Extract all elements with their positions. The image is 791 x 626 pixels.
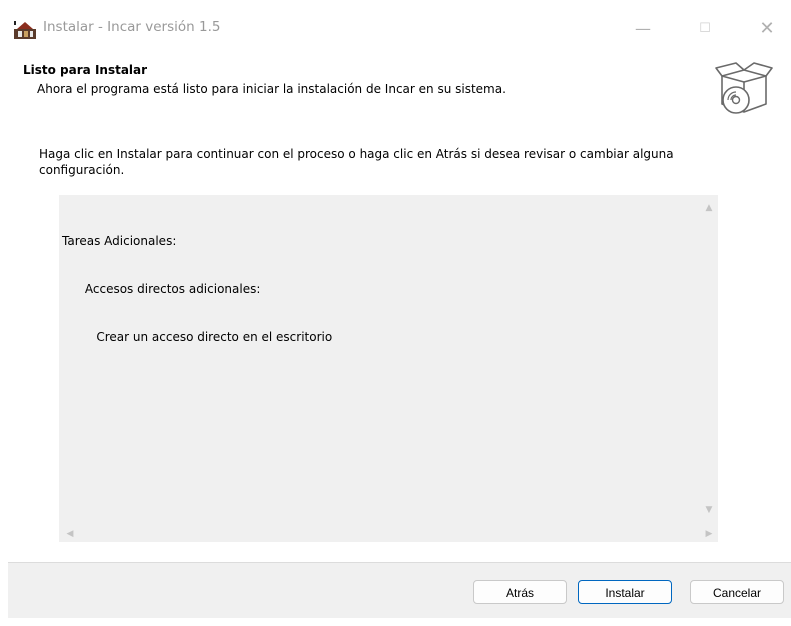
scroll-left-icon[interactable]: ◀ <box>61 527 79 541</box>
window-title: Instalar - Incar versión 1.5 <box>43 19 221 35</box>
instructions-text: Haga clic en Instalar para continuar con… <box>39 147 674 177</box>
horizontal-scrollbar[interactable]: ◀ ▶ <box>59 525 718 542</box>
wizard-content: Haga clic en Instalar para continuar con… <box>0 122 791 562</box>
page-subtitle: Ahora el programa está listo para inicia… <box>37 82 506 96</box>
install-button[interactable]: Instalar <box>578 580 672 604</box>
back-button[interactable]: Atrás <box>473 580 567 604</box>
title-bar[interactable]: Instalar - Incar versión 1.5 — ☐ ✕ <box>0 0 791 58</box>
maximize-button[interactable]: ☐ <box>690 14 720 44</box>
window-bottom-edge <box>8 618 791 626</box>
memo-text: Tareas Adicionales: Accesos directos adi… <box>62 201 332 377</box>
close-button[interactable]: ✕ <box>752 14 782 44</box>
installer-app-icon <box>14 21 36 39</box>
memo-line: Crear un acceso directo en el escritorio <box>62 330 333 344</box>
memo-line: Accesos directos adicionales: <box>62 282 261 296</box>
setup-box-cd-icon <box>715 62 773 114</box>
wizard-footer: Atrás Instalar Cancelar <box>8 563 791 618</box>
ready-memo[interactable]: Tareas Adicionales: Accesos directos adi… <box>59 195 718 542</box>
memo-line: Tareas Adicionales: <box>62 234 177 248</box>
scroll-up-icon[interactable]: ▲ <box>700 201 718 215</box>
page-title: Listo para Instalar <box>23 63 148 77</box>
cancel-button[interactable]: Cancelar <box>690 580 784 604</box>
scroll-down-icon[interactable]: ▼ <box>700 503 718 517</box>
minimize-button[interactable]: — <box>628 14 658 44</box>
wizard-header: Listo para Instalar Ahora el programa es… <box>0 58 791 122</box>
vertical-scrollbar[interactable]: ▲ ▼ <box>700 195 718 525</box>
scroll-right-icon[interactable]: ▶ <box>700 527 718 541</box>
